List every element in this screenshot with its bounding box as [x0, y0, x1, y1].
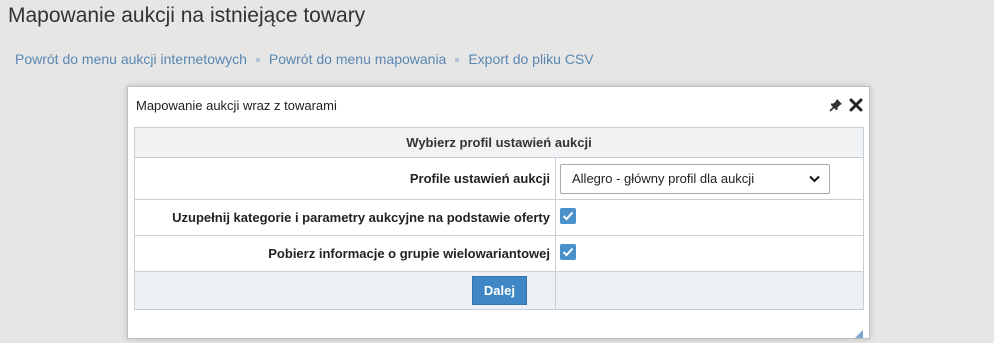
dialog-title: Mapowanie aukcji wraz z towarami [136, 97, 337, 113]
profile-label: Profile ustawień aukcji [134, 157, 556, 200]
variants-label: Pobierz informacje o grupie wielowariant… [134, 235, 556, 272]
back-to-mapping-link[interactable]: Powrót do menu mapowania [269, 51, 446, 67]
breadcrumb-nav: Powrót do menu aukcji internetowych Powr… [15, 51, 594, 67]
profile-select[interactable]: Allegro - główny profil dla aukcji [560, 163, 830, 194]
categories-checkbox[interactable] [560, 207, 576, 224]
page-title: Mapowanie aukcji na istniejące towary [8, 4, 366, 27]
next-button[interactable]: Dalej [471, 276, 527, 305]
check-icon [562, 211, 574, 220]
back-to-auctions-link[interactable]: Powrót do menu aukcji internetowych [15, 51, 247, 67]
close-icon[interactable] [848, 98, 863, 113]
export-csv-link[interactable]: Export do pliku CSV [468, 51, 593, 67]
resize-grip-icon[interactable] [855, 325, 863, 338]
section-header: Wybierz profil ustawień aukcji [134, 127, 864, 158]
profile-cell: Allegro - główny profil dla aukcji [555, 157, 864, 200]
mapping-dialog: Mapowanie aukcji wraz z towarami Wybierz… [127, 86, 870, 339]
chevron-down-icon [809, 171, 820, 186]
pin-icon[interactable] [828, 98, 843, 113]
variants-cell [555, 235, 864, 272]
dialog-actions [828, 98, 863, 113]
nav-separator [455, 58, 460, 62]
dialog-header[interactable]: Mapowanie aukcji wraz z towarami [128, 87, 869, 123]
profile-form: Wybierz profil ustawień aukcji Profile u… [134, 127, 864, 310]
footer-cell: Dalej [134, 271, 556, 310]
variants-checkbox[interactable] [560, 243, 576, 260]
categories-label: Uzupełnij kategorie i parametry aukcyjne… [134, 199, 556, 236]
categories-cell [555, 199, 864, 236]
check-icon [562, 247, 574, 256]
nav-separator [255, 58, 260, 62]
profile-select-value: Allegro - główny profil dla aukcji [572, 171, 755, 186]
footer-empty-cell [555, 271, 864, 310]
